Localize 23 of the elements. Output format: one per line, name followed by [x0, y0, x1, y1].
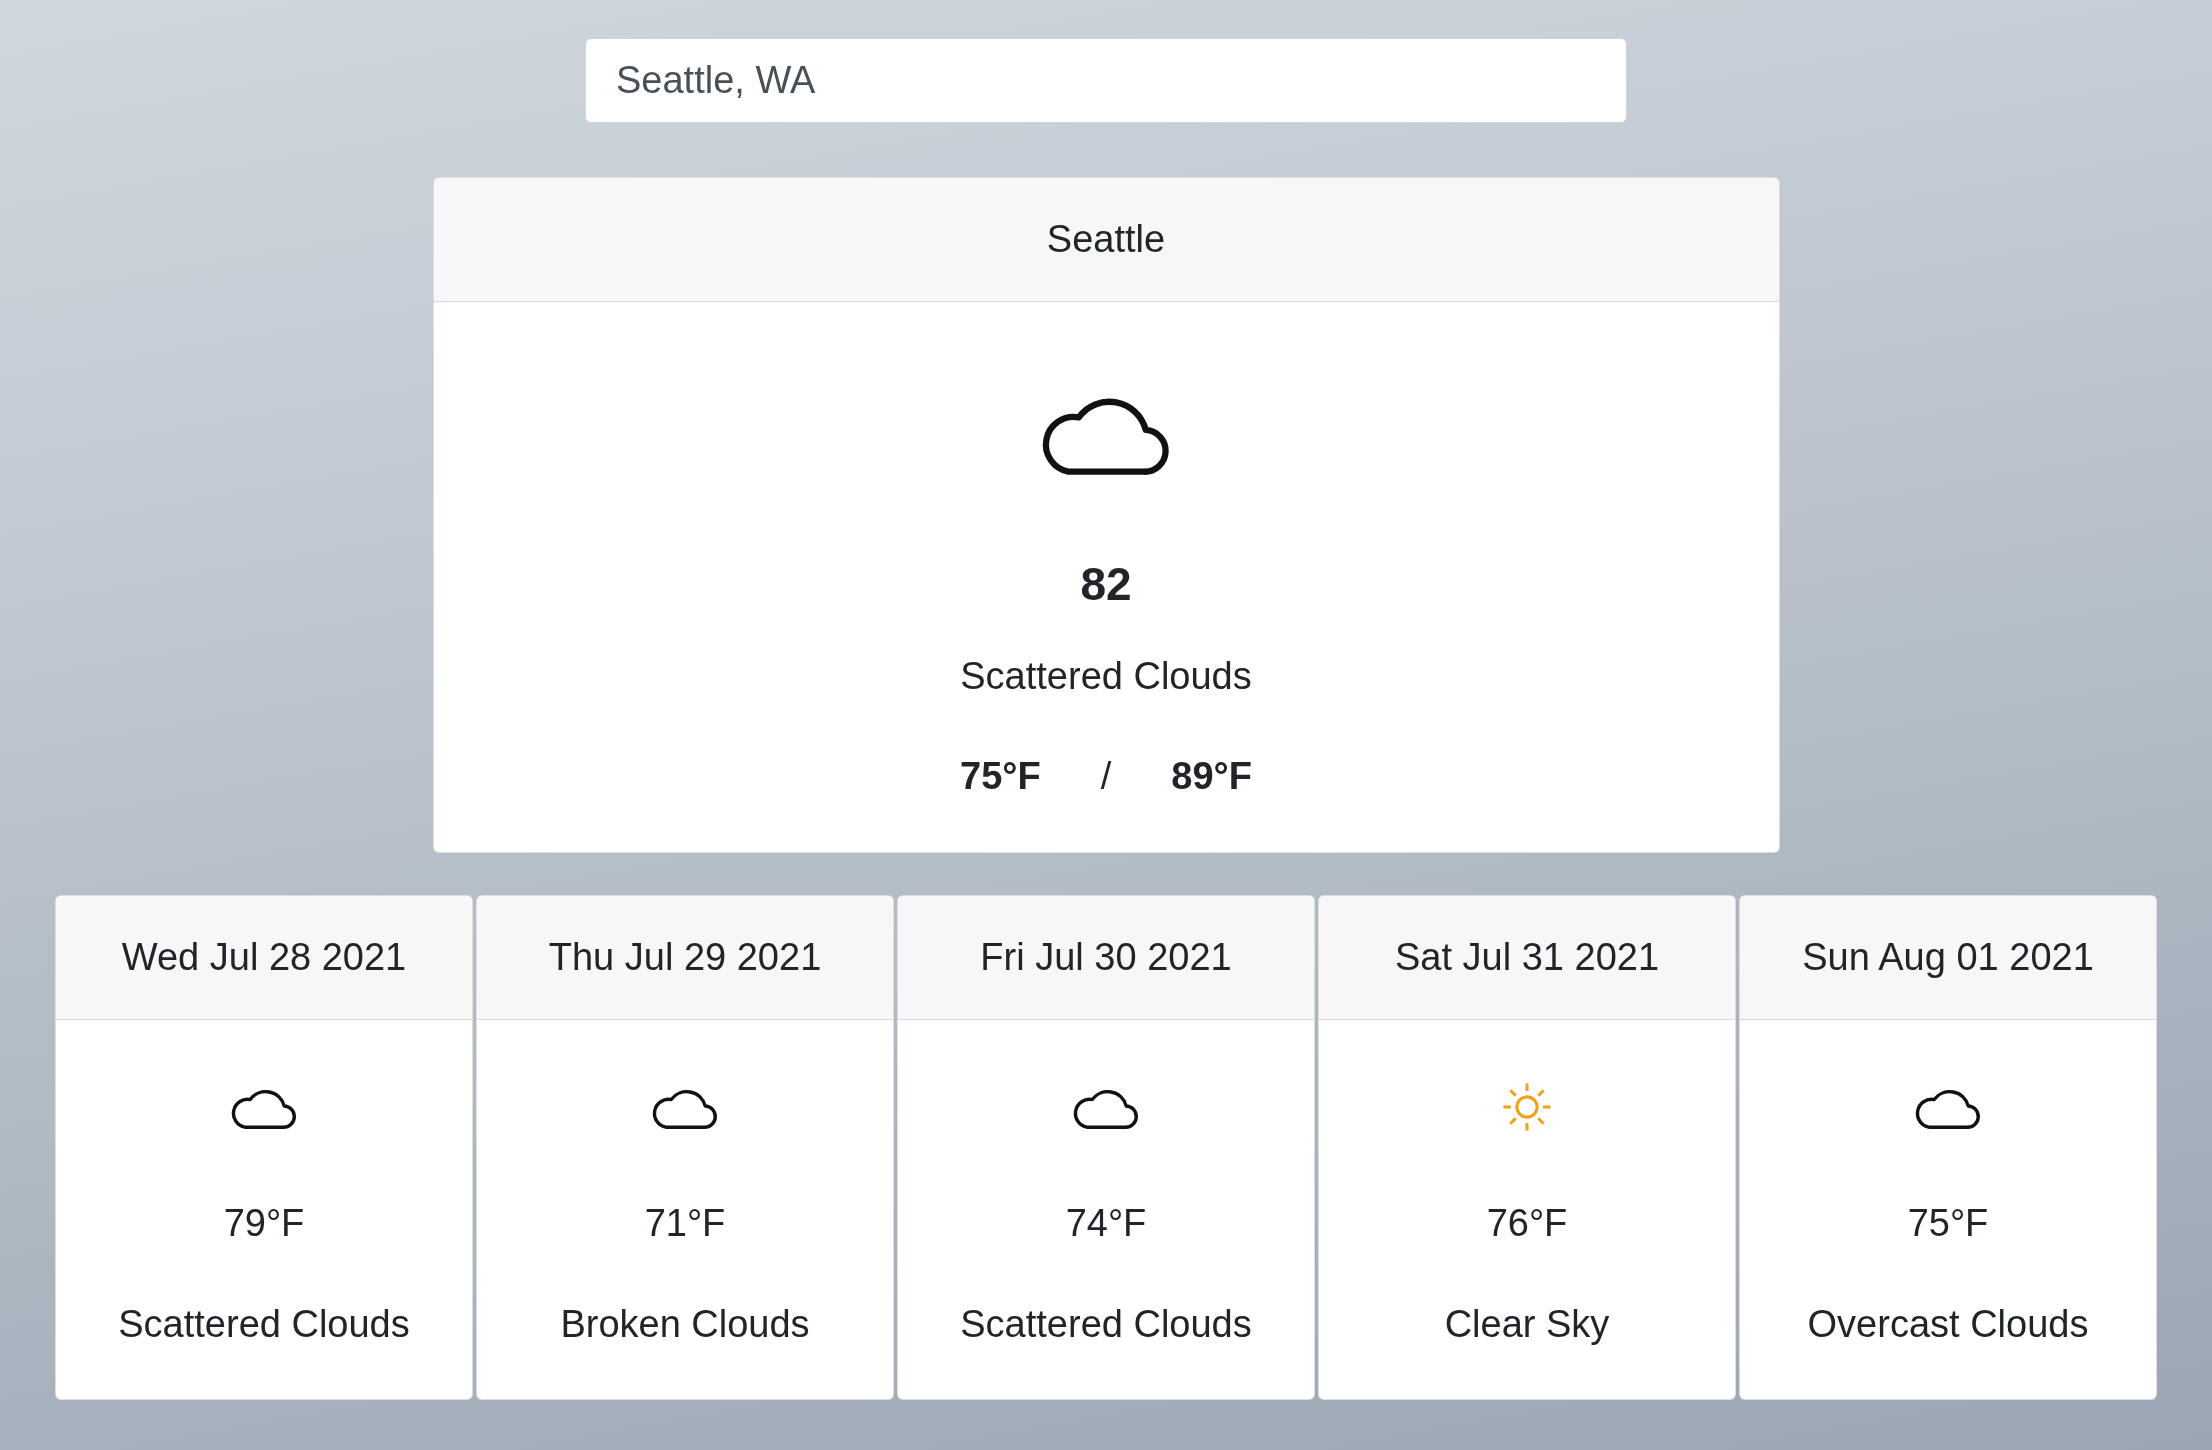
city-title: Seattle	[433, 178, 1779, 302]
separator: /	[1100, 755, 1112, 798]
forecast-temperature: 75°F	[1907, 1202, 1989, 1245]
forecast-date: Wed Jul 28 2021	[56, 896, 472, 1020]
forecast-temperature: 74°F	[1065, 1202, 1147, 1245]
forecast-description: Broken Clouds	[560, 1303, 810, 1346]
temperature: 82	[1080, 557, 1132, 611]
forecast-date: Thu Jul 29 2021	[477, 896, 893, 1020]
forecast-date: Fri Jul 30 2021	[898, 896, 1314, 1020]
search-field[interactable]: Seattle, WA	[585, 38, 1627, 123]
low-temperature: 75°F	[960, 755, 1041, 798]
forecast-date: Sat Jul 31 2021	[1319, 896, 1735, 1020]
high-temperature: 89°F	[1171, 755, 1252, 798]
forecast-description: Overcast Clouds	[1807, 1303, 2089, 1346]
forecast-temperature: 76°F	[1486, 1202, 1568, 1245]
forecast-temperature: 79°F	[223, 1202, 305, 1245]
forecast-description: Clear Sky	[1444, 1303, 1610, 1346]
forecast-temperature: 71°F	[644, 1202, 726, 1245]
forecast-date: Sun Aug 01 2021	[1740, 896, 2156, 1020]
weather-description: Scattered Clouds	[960, 655, 1252, 698]
forecast-description: Scattered Clouds	[960, 1303, 1252, 1346]
forecast-description: Scattered Clouds	[118, 1303, 410, 1346]
sun-icon	[1500, 1080, 1554, 1134]
